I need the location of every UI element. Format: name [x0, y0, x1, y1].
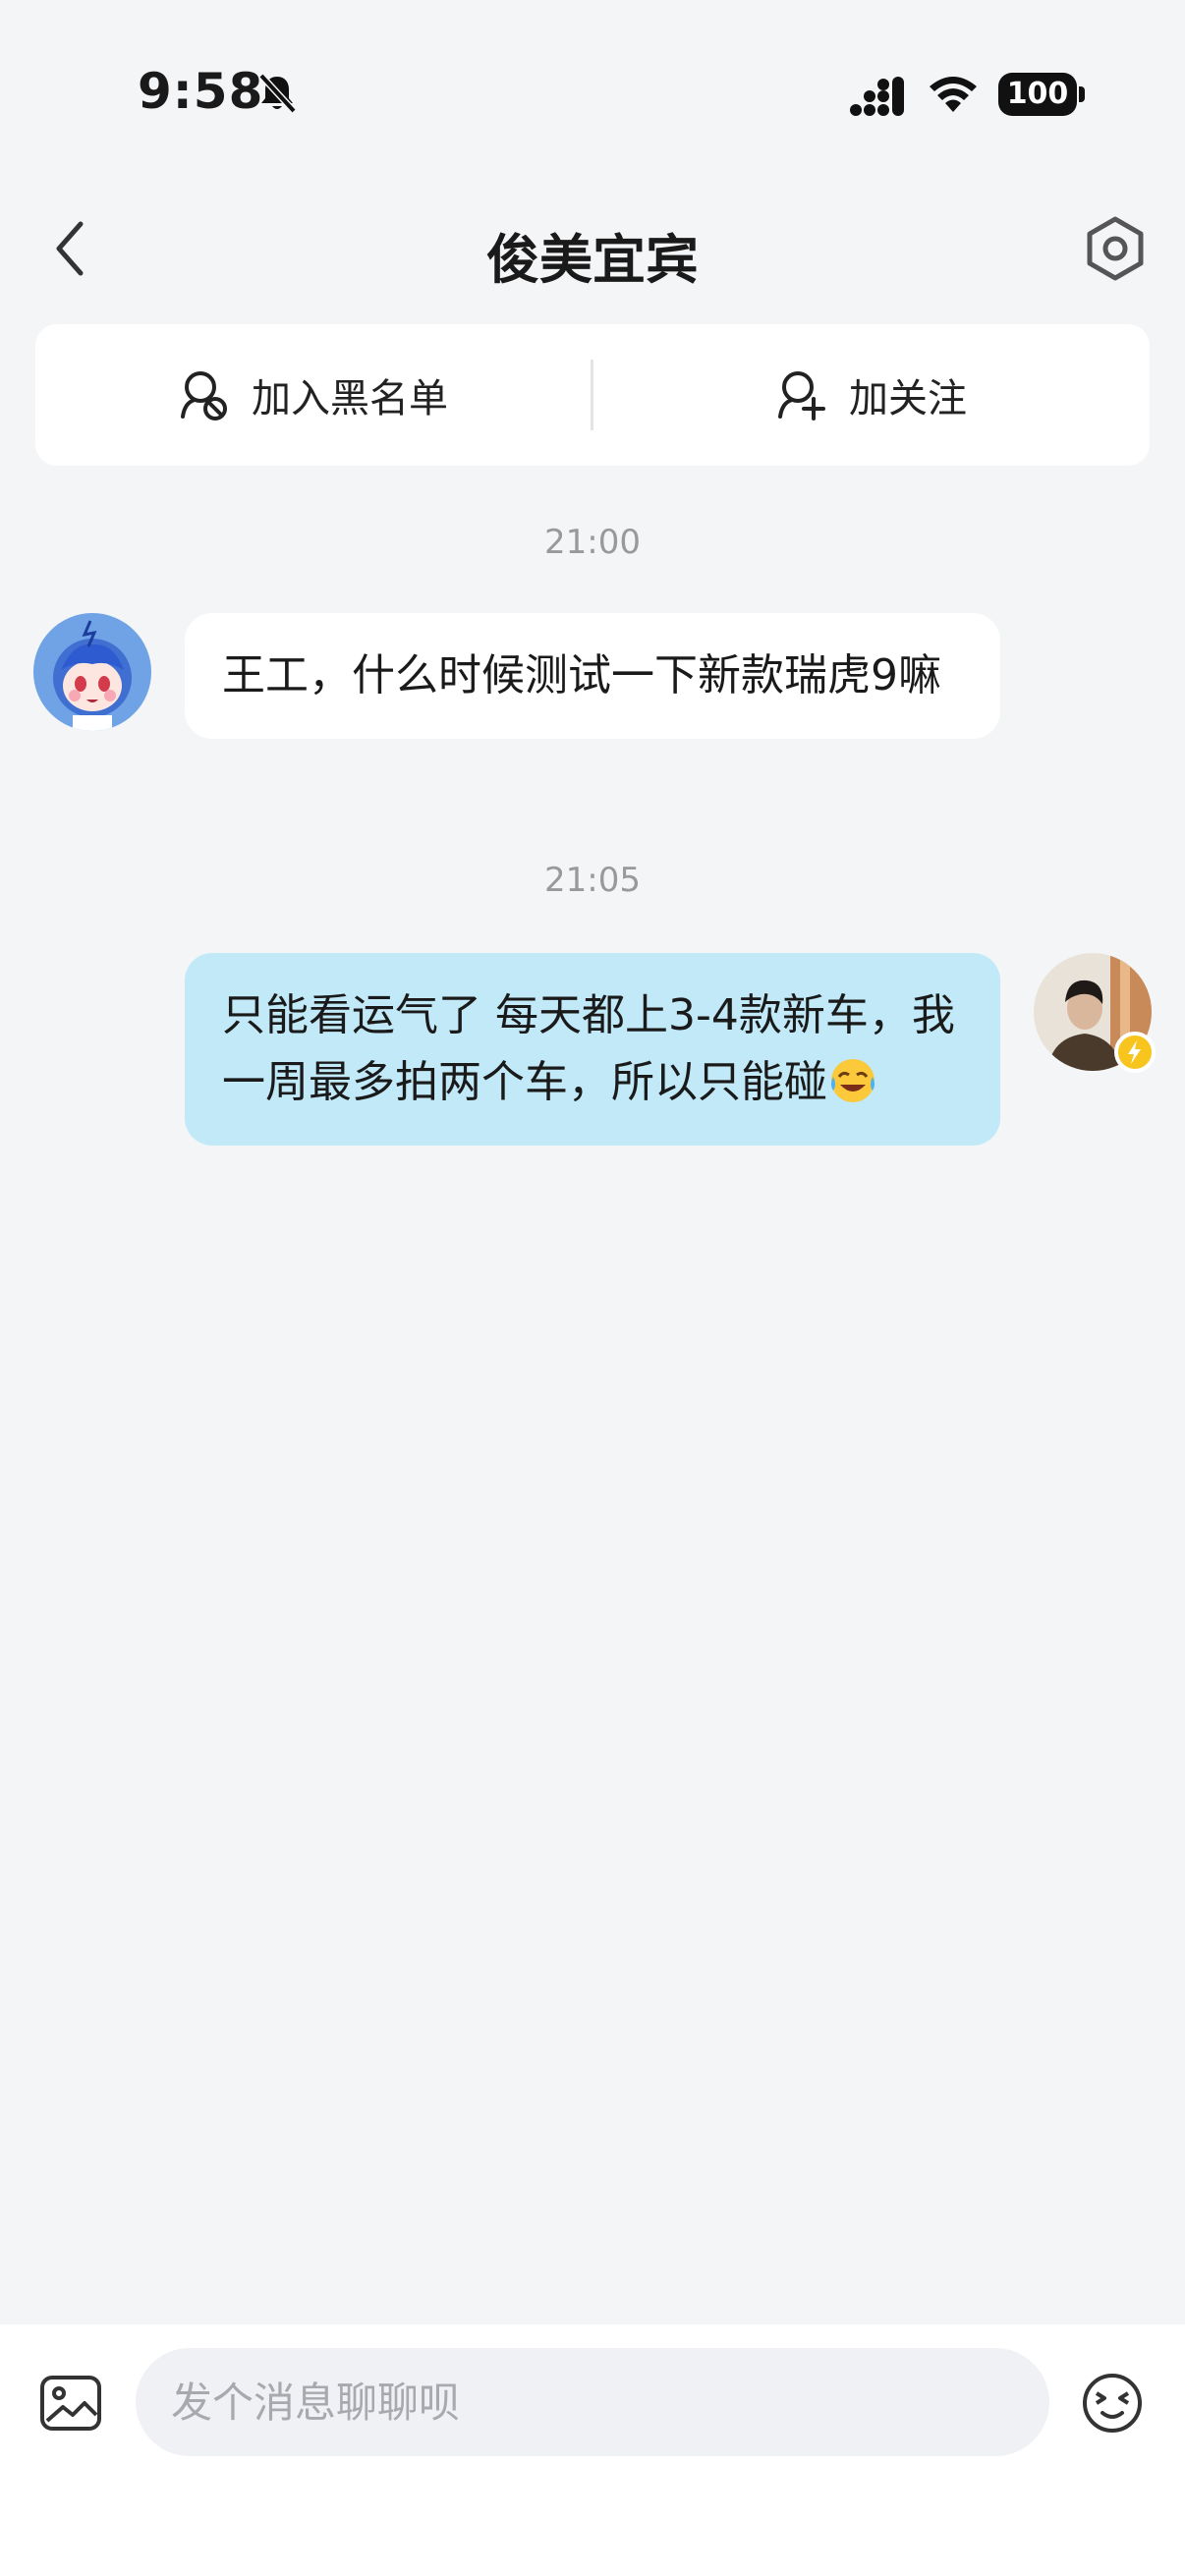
incoming-message[interactable]: 王工，什么时候测试一下新款瑞虎9嘛 [185, 613, 1000, 739]
outgoing-message[interactable]: 只能看运气了 每天都上3-4款新车，我一周最多拍两个车，所以只能碰 [185, 953, 1000, 1146]
lightning-icon [1128, 1040, 1141, 1064]
composer-bar [0, 2324, 1185, 2576]
signal-icon [850, 77, 904, 116]
wifi-icon [930, 77, 977, 112]
mute-icon [258, 73, 297, 114]
nav-bar: 俊美宜宾 [0, 196, 1185, 305]
page-title: 俊美宜宾 [486, 229, 699, 291]
add-user-icon [778, 371, 825, 420]
blacklist-button[interactable]: 加入黑名单 [35, 324, 592, 466]
timestamp: 21:00 [544, 523, 641, 562]
contact-avatar[interactable] [33, 613, 151, 731]
follow-label: 加关注 [849, 376, 967, 421]
emoji-icon[interactable] [1081, 2372, 1144, 2435]
action-card: 加入黑名单 加关注 [35, 324, 1150, 466]
battery-indicator: 100 [998, 73, 1077, 116]
message-input[interactable] [136, 2348, 1049, 2456]
block-user-icon [181, 371, 227, 420]
status-bar: 9:58 100 [0, 0, 1185, 187]
settings-icon[interactable] [1081, 214, 1150, 283]
anime-avatar-image [33, 613, 151, 731]
verified-badge [1114, 1032, 1156, 1073]
status-time: 9:58 [138, 63, 264, 120]
follow-button[interactable]: 加关注 [593, 324, 1150, 466]
battery-cap [1079, 86, 1085, 102]
laughing-tears-emoji-icon [831, 1059, 875, 1102]
blacklist-label: 加入黑名单 [252, 376, 448, 421]
timestamp: 21:05 [544, 861, 641, 900]
image-icon[interactable] [39, 2374, 102, 2433]
message-text: 王工，什么时候测试一下新款瑞虎9嘛 [222, 650, 941, 700]
